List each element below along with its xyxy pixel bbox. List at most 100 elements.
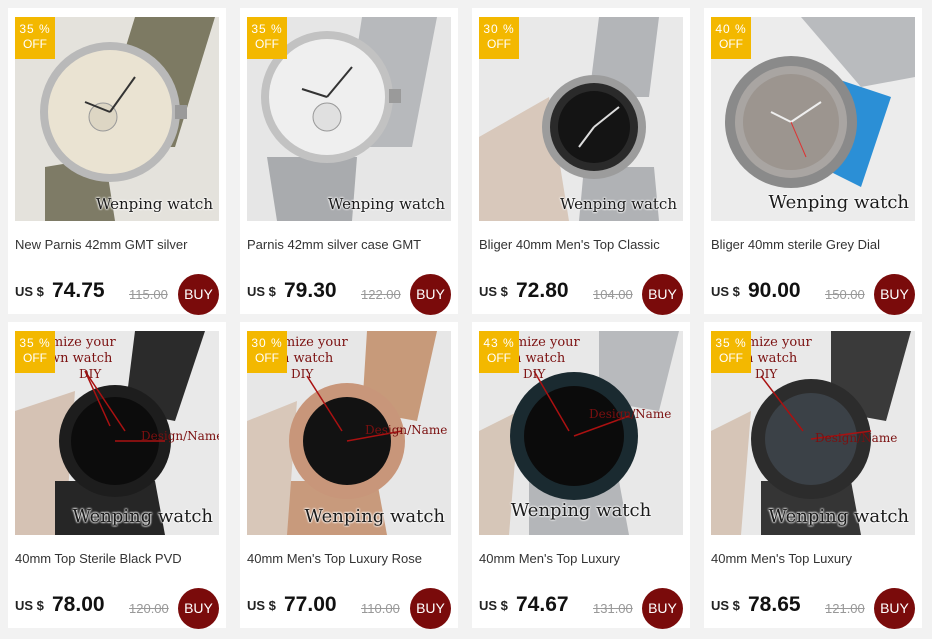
- discount-off-label: OFF: [23, 37, 47, 51]
- discount-percent: 30 %: [251, 336, 283, 350]
- currency-label: US $: [711, 598, 740, 613]
- product-card[interactable]: omize your n watch DIY Design/Name Wenpi…: [472, 322, 690, 629]
- buy-button[interactable]: BUY: [410, 274, 451, 315]
- product-title[interactable]: 40mm Men's Top Luxury: [479, 551, 683, 566]
- overlay-design-label: Design/Name: [815, 431, 898, 445]
- buy-button[interactable]: BUY: [642, 588, 683, 629]
- product-card[interactable]: Wenping watch 35 % OFF New Parnis 42mm G…: [8, 8, 226, 315]
- overlay-text-line2: n watch: [281, 351, 334, 366]
- original-price: 131.00: [593, 601, 633, 616]
- original-price: 115.00: [129, 287, 168, 302]
- discount-badge: 35 % OFF: [247, 17, 287, 59]
- watermark: Wenping watch: [768, 192, 909, 213]
- price-row: US $ 90.00 150.00 BUY: [711, 268, 915, 315]
- currency-label: US $: [15, 598, 44, 613]
- buy-button[interactable]: BUY: [874, 588, 915, 629]
- price: 72.80: [516, 279, 569, 302]
- buy-button[interactable]: BUY: [410, 588, 451, 629]
- overlay-diy-label: DIY: [523, 367, 546, 381]
- discount-percent: 30 %: [483, 22, 515, 36]
- price-row: US $ 72.80 104.00 BUY: [479, 268, 683, 315]
- currency-label: US $: [247, 598, 276, 613]
- product-card[interactable]: omize your wn watch DIY Design/Name Wenp…: [8, 322, 226, 629]
- watermark: Wenping watch: [95, 195, 213, 213]
- discount-off-label: OFF: [23, 351, 47, 365]
- discount-percent: 35 %: [19, 336, 51, 350]
- original-price: 122.00: [361, 287, 401, 302]
- overlay-diy-label: DIY: [755, 367, 778, 381]
- product-card[interactable]: Wenping watch 40 % OFF Bliger 40mm steri…: [704, 8, 922, 315]
- currency-label: US $: [479, 284, 508, 299]
- price: 79.30: [284, 279, 337, 302]
- overlay-diy-label: DIY: [79, 367, 102, 381]
- original-price: 120.00: [129, 601, 169, 616]
- discount-off-label: OFF: [255, 37, 279, 51]
- watermark: Wenping watch: [72, 506, 213, 527]
- discount-percent: 35 %: [251, 22, 283, 36]
- discount-off-label: OFF: [719, 37, 743, 51]
- product-title[interactable]: Bliger 40mm Men's Top Classic: [479, 237, 683, 252]
- watermark: Wenping watch: [327, 195, 445, 213]
- discount-badge: 35 % OFF: [711, 331, 751, 373]
- discount-badge: 43 % OFF: [479, 331, 519, 373]
- discount-off-label: OFF: [255, 351, 279, 365]
- price-row: US $ 74.75 115.00 BUY: [15, 268, 219, 315]
- original-price: 110.00: [361, 601, 400, 616]
- price: 74.67: [516, 593, 569, 616]
- discount-percent: 35 %: [715, 336, 747, 350]
- price-row: US $ 78.00 120.00 BUY: [15, 582, 219, 629]
- discount-off-label: OFF: [719, 351, 743, 365]
- price: 90.00: [748, 279, 801, 302]
- product-title[interactable]: Bliger 40mm sterile Grey Dial: [711, 237, 915, 252]
- currency-label: US $: [15, 284, 44, 299]
- original-price: 150.00: [825, 287, 865, 302]
- product-card[interactable]: Wenping watch 30 % OFF Bliger 40mm Men's…: [472, 8, 690, 315]
- discount-off-label: OFF: [487, 37, 511, 51]
- product-card[interactable]: Wenping watch 35 % OFF Parnis 42mm silve…: [240, 8, 458, 315]
- watermark: Wenping watch: [768, 506, 909, 527]
- original-price: 104.00: [593, 287, 633, 302]
- discount-off-label: OFF: [487, 351, 511, 365]
- overlay-diy-label: DIY: [291, 367, 314, 381]
- product-grid: Wenping watch 35 % OFF New Parnis 42mm G…: [0, 0, 932, 639]
- price: 74.75: [52, 279, 105, 302]
- watermark: Wenping watch: [304, 506, 445, 527]
- discount-badge: 35 % OFF: [15, 17, 55, 59]
- discount-badge: 30 % OFF: [247, 331, 287, 373]
- overlay-text-line2: n watch: [745, 351, 798, 366]
- buy-button[interactable]: BUY: [642, 274, 683, 315]
- currency-label: US $: [479, 598, 508, 613]
- product-title[interactable]: 40mm Top Sterile Black PVD: [15, 551, 219, 566]
- buy-button[interactable]: BUY: [178, 588, 219, 629]
- buy-button[interactable]: BUY: [178, 274, 219, 315]
- watermark: Wenping watch: [510, 500, 652, 521]
- price-row: US $ 74.67 131.00 BUY: [479, 582, 683, 629]
- discount-badge: 40 % OFF: [711, 17, 751, 59]
- product-title[interactable]: Parnis 42mm silver case GMT: [247, 237, 451, 252]
- overlay-design-label: Design/Name: [589, 407, 672, 421]
- product-title[interactable]: 40mm Men's Top Luxury: [711, 551, 915, 566]
- currency-label: US $: [247, 284, 276, 299]
- original-price: 121.00: [825, 601, 865, 616]
- overlay-design-label: Design/Name: [141, 429, 219, 443]
- discount-percent: 43 %: [483, 336, 515, 350]
- price: 78.65: [748, 593, 801, 616]
- currency-label: US $: [711, 284, 740, 299]
- product-title[interactable]: 40mm Men's Top Luxury Rose: [247, 551, 451, 566]
- discount-badge: 30 % OFF: [479, 17, 519, 59]
- discount-percent: 35 %: [19, 22, 51, 36]
- discount-percent: 40 %: [715, 22, 747, 36]
- price: 78.00: [52, 593, 105, 616]
- price-row: US $ 79.30 122.00 BUY: [247, 268, 451, 315]
- overlay-design-label: Design/Name: [365, 423, 448, 437]
- watermark: Wenping watch: [559, 195, 677, 213]
- product-title[interactable]: New Parnis 42mm GMT silver: [15, 237, 219, 252]
- product-card[interactable]: omize your n watch DIY Design/Name Wenpi…: [240, 322, 458, 629]
- overlay-text-line2: n watch: [513, 351, 566, 366]
- product-card[interactable]: omize your n watch DIY Design/Name Wenpi…: [704, 322, 922, 629]
- buy-button[interactable]: BUY: [874, 274, 915, 315]
- price-row: US $ 77.00 110.00 BUY: [247, 582, 451, 629]
- price: 77.00: [284, 593, 337, 616]
- price-row: US $ 78.65 121.00 BUY: [711, 582, 915, 629]
- overlay-text-line2: wn watch: [49, 351, 113, 366]
